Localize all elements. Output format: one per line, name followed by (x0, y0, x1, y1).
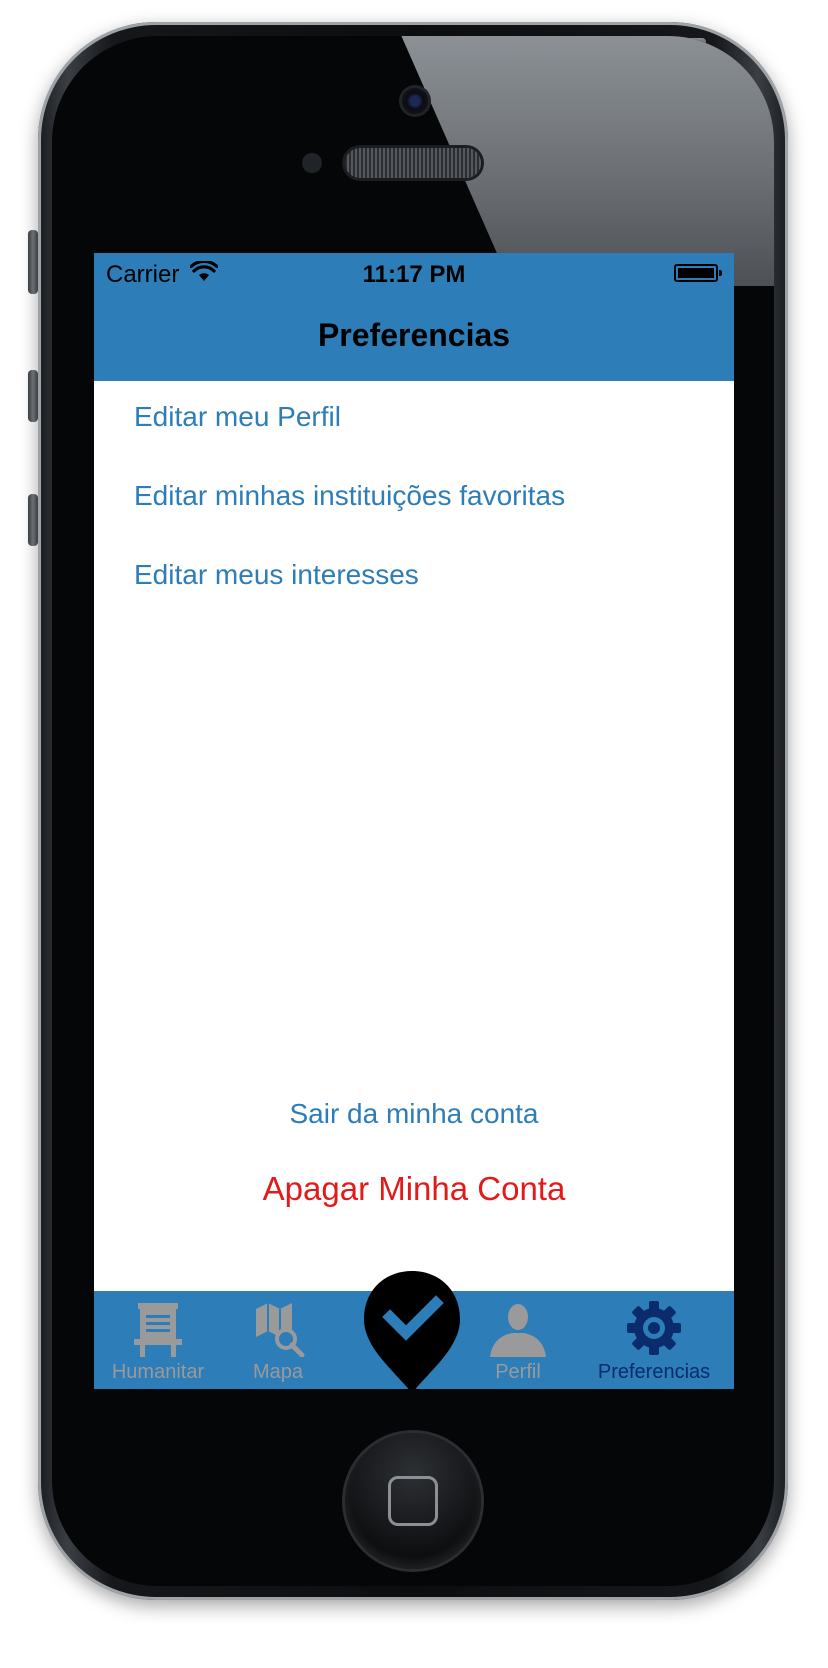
proximity-sensor (302, 153, 322, 173)
delete-account-button[interactable]: Apagar Minha Conta (94, 1170, 734, 1208)
tab-perfil[interactable]: Perfil (454, 1291, 582, 1389)
page-title: Preferencias (317, 317, 511, 353)
status-bar: Carrier 11:17 PM (94, 253, 734, 293)
edit-profile-link[interactable]: Editar meu Perfil (134, 401, 341, 433)
easel-icon (134, 1303, 182, 1357)
map-search-icon (256, 1303, 305, 1357)
tab-humanitar[interactable]: Humanitar (94, 1291, 222, 1389)
edit-favorite-institutions-link[interactable]: Editar minhas instituições favoritas (134, 480, 565, 512)
battery-icon (674, 264, 722, 282)
gear-icon (627, 1301, 681, 1355)
volume-down-button (28, 494, 38, 546)
navigation-bar: Carrier 11:17 PM Preferencias (94, 253, 734, 381)
logout-button[interactable]: Sair da minha conta (94, 1098, 734, 1130)
tab-label-preferencias: Preferencias (597, 1361, 711, 1383)
home-button[interactable] (345, 1433, 481, 1569)
earpiece-speaker (345, 148, 481, 178)
tab-preferencias[interactable]: Preferencias (574, 1291, 734, 1389)
app-screen: Carrier 11:17 PM Preferencias Editar meu… (94, 253, 734, 1389)
mute-switch (28, 230, 38, 294)
home-button-icon (388, 1476, 438, 1526)
tab-label-perfil: Perfil (495, 1361, 541, 1383)
clock-label: 11:17 PM (362, 261, 466, 288)
person-icon (490, 1304, 546, 1357)
tab-label-mapa: Mapa (252, 1361, 304, 1383)
front-camera (402, 88, 428, 114)
map-pin-check-icon[interactable] (362, 1269, 462, 1389)
tab-label-humanitar: Humanitar (111, 1361, 205, 1383)
tab-mapa[interactable]: Mapa (214, 1291, 342, 1389)
volume-up-button (28, 370, 38, 422)
edit-interests-link[interactable]: Editar meus interesses (134, 559, 419, 591)
